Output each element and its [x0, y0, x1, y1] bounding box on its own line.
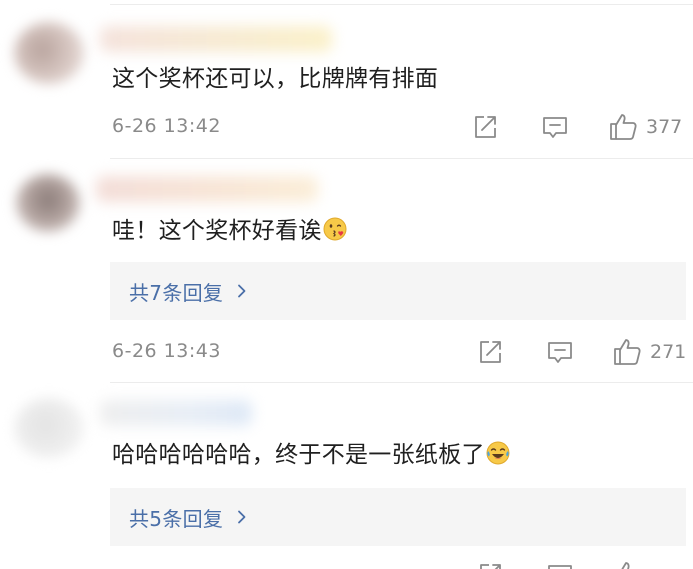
comment-timestamp: 6-26 13:42 — [112, 115, 221, 137]
share-icon — [480, 564, 501, 569]
comment-text-body: 哈哈哈哈哈哈，终于不是一张纸板了 — [112, 442, 485, 468]
username[interactable] — [100, 400, 252, 426]
avatar[interactable] — [14, 22, 84, 84]
like-count: 271 — [650, 341, 687, 363]
comment-meta: 6-26 13:42 377 — [112, 112, 693, 142]
share-button[interactable] — [471, 112, 499, 142]
share-button[interactable] — [476, 337, 504, 367]
like-button[interactable]: 271 — [612, 337, 686, 367]
comment-icon — [548, 342, 572, 363]
comment-text: 哈哈哈哈哈哈，终于不是一张纸板了 — [112, 440, 510, 470]
thumbs-up-icon — [621, 562, 630, 569]
username[interactable] — [96, 176, 318, 202]
comment-timestamp: 6-26 13:43 — [112, 340, 221, 362]
replies-count-link[interactable]: 共5条回复 — [129, 503, 223, 532]
share-button[interactable] — [476, 560, 504, 569]
replies-expander[interactable]: 共5条回复 — [110, 488, 686, 546]
comment-text: 哇！这个奖杯好看诶 — [112, 216, 347, 246]
comment-text-body: 哇！这个奖杯好看诶 — [112, 218, 322, 244]
divider — [110, 382, 693, 383]
comment-meta: 6-26 13:43 271 — [112, 337, 693, 367]
divider — [110, 158, 693, 159]
kissing-face-emoji — [323, 217, 347, 241]
comment-button[interactable] — [545, 560, 575, 569]
comment-text: 这个奖杯还可以，比牌牌有排面 — [112, 66, 439, 92]
share-icon — [475, 116, 496, 138]
comment-button[interactable] — [540, 112, 570, 142]
username[interactable] — [100, 26, 332, 52]
like-button[interactable]: 377 — [608, 112, 682, 142]
avatar[interactable] — [14, 398, 84, 458]
avatar[interactable] — [16, 174, 80, 232]
thumbs-up-icon — [610, 114, 637, 140]
replies-expander[interactable]: 共7条回复 — [110, 262, 686, 320]
like-button[interactable] — [612, 560, 642, 569]
divider — [110, 4, 693, 5]
thumbs-up-icon — [614, 339, 641, 365]
like-count: 377 — [646, 116, 683, 138]
laughing-crying-emoji — [486, 441, 510, 465]
replies-count-link[interactable]: 共7条回复 — [129, 277, 223, 306]
comment-icon — [543, 117, 567, 138]
chevron-right-icon — [238, 284, 246, 298]
comment-meta — [112, 560, 693, 569]
chevron-right-icon — [238, 510, 246, 524]
share-icon — [480, 341, 501, 363]
comment-icon — [548, 565, 572, 569]
comment-button[interactable] — [545, 337, 575, 367]
